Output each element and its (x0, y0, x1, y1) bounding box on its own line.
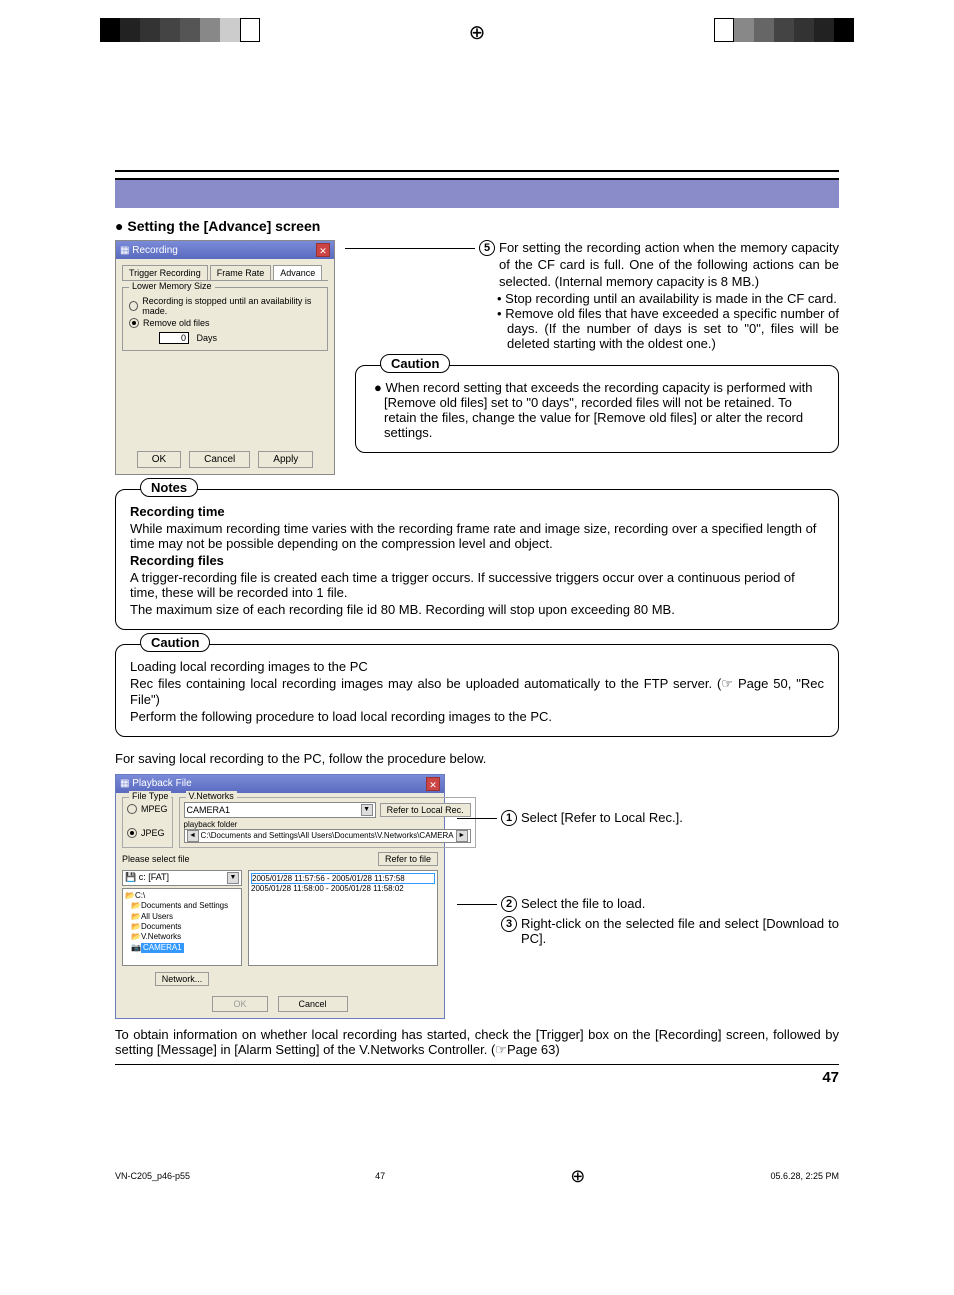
print-timestamp: 05.6.28, 2:25 PM (770, 1171, 839, 1181)
radio-remove-old-files[interactable] (129, 318, 139, 328)
file-type-label: File Type (129, 791, 171, 801)
step-2-text: Select the file to load. (521, 896, 645, 911)
tab-advance[interactable]: Advance (273, 265, 322, 280)
caution2-label: Caution (140, 633, 210, 652)
vnetworks-label: V.Networks (186, 791, 237, 801)
please-select-label: Please select file (122, 854, 190, 864)
path-field: ◄ C:\Documents and Settings\All Users\Do… (184, 829, 471, 843)
folder-tree[interactable]: 📂C:\ 📂Documents and Settings 📂All Users … (122, 888, 242, 966)
step-5-sub1: Stop recording until an availability is … (495, 291, 839, 306)
radio-jpeg[interactable] (127, 828, 137, 838)
playback-icon: ▦ (120, 778, 129, 789)
list-item[interactable]: 2005/01/28 11:58:00 - 2005/01/28 11:58:0… (251, 884, 435, 893)
ok-button[interactable]: OK (137, 451, 181, 468)
file-list[interactable]: 2005/01/28 11:57:56 - 2005/01/28 11:57:5… (248, 870, 438, 966)
page-number: 47 (115, 1064, 839, 1086)
crosshair-icon: ⊕ (469, 20, 486, 45)
callout-leader (457, 818, 497, 819)
notes-h2: Recording files (130, 553, 824, 568)
print-sheet-page: 47 (375, 1171, 385, 1181)
recording-dialog: ▦ Recording ✕ Trigger Recording Frame Ra… (115, 240, 335, 475)
group-lower-memory: Lower Memory Size (129, 281, 215, 291)
crosshair-icon: ⊕ (570, 1166, 585, 1187)
print-footer: VN-C205_p46-p55 47 ⊕ 05.6.28, 2:25 PM (0, 1106, 954, 1207)
radio-label-remove: Remove old files (143, 318, 210, 328)
notes-label: Notes (140, 478, 198, 497)
caution2-line2: Rec files containing local recording ima… (130, 676, 824, 707)
print-file: VN-C205_p46-p55 (115, 1171, 190, 1181)
list-item[interactable]: 2005/01/28 11:57:56 - 2005/01/28 11:57:5… (251, 873, 435, 884)
caution1-text: When record setting that exceeds the rec… (370, 380, 824, 440)
step-3-text: Right-click on the selected file and sel… (521, 916, 839, 946)
step-5-text: For setting the recording action when th… (499, 240, 839, 291)
cancel-button[interactable]: Cancel (189, 451, 250, 468)
apply-button[interactable]: Apply (258, 451, 313, 468)
caution-label: Caution (380, 354, 450, 373)
scroll-left-icon[interactable]: ◄ (187, 830, 199, 842)
callout-leader (457, 904, 497, 905)
playback-folder-label: playback folder (184, 820, 471, 829)
radio-label-stop: Recording is stopped until an availabili… (142, 296, 321, 316)
days-input[interactable]: 0 (159, 332, 189, 344)
pb-cancel-button[interactable]: Cancel (278, 996, 348, 1012)
refer-to-file-button[interactable]: Refer to file (378, 852, 438, 866)
header-band (115, 178, 839, 208)
footer-note: To obtain information on whether local r… (115, 1027, 839, 1058)
close-icon[interactable]: ✕ (426, 777, 440, 791)
step-3-marker: 3 (501, 916, 517, 932)
notes-h1: Recording time (130, 504, 824, 519)
caution2-line3: Perform the following procedure to load … (130, 709, 824, 724)
section-heading: Setting the [Advance] screen (115, 218, 839, 234)
print-registration-top: ⊕ (0, 0, 954, 60)
scroll-right-icon[interactable]: ► (456, 830, 468, 842)
dialog-title-icon: ▦ Recording (120, 245, 178, 256)
chevron-down-icon: ▼ (361, 804, 373, 816)
step-1-text: Select [Refer to Local Rec.]. (521, 810, 683, 825)
step-5-marker: 5 (479, 240, 495, 256)
tab-trigger-recording[interactable]: Trigger Recording (122, 265, 208, 280)
playback-title: ▦ Playback File (120, 778, 192, 789)
notes-p1: While maximum recording time varies with… (130, 521, 824, 551)
days-label: Days (197, 333, 218, 343)
chevron-down-icon: ▼ (227, 872, 239, 884)
step-1-marker: 1 (501, 810, 517, 826)
notes-p2: A trigger-recording file is created each… (130, 570, 824, 600)
callout-leader (345, 248, 475, 249)
refer-to-local-rec-button[interactable]: Refer to Local Rec. (380, 803, 471, 817)
dialog-title: Recording (132, 245, 178, 256)
step-5-sub2: Remove old files that have exceeded a sp… (495, 306, 839, 351)
camera-dropdown[interactable]: CAMERA1 ▼ (184, 802, 376, 818)
pb-ok-button[interactable]: OK (212, 996, 267, 1012)
intro-line: For saving local recording to the PC, fo… (115, 751, 839, 768)
caution2-line1: Loading local recording images to the PC (130, 659, 824, 674)
playback-dialog: ▦ Playback File ✕ File Type MPEG JPEG V.… (115, 774, 445, 1019)
close-icon[interactable]: ✕ (316, 243, 330, 257)
network-button[interactable]: Network... (155, 972, 210, 986)
tab-frame-rate[interactable]: Frame Rate (210, 265, 272, 280)
radio-mpeg[interactable] (127, 804, 137, 814)
radio-stop-until-availability[interactable] (129, 301, 138, 311)
notes-p3: The maximum size of each recording file … (130, 602, 824, 617)
drive-dropdown[interactable]: 💾 c: [FAT] ▼ (122, 870, 242, 886)
step-2-marker: 2 (501, 896, 517, 912)
